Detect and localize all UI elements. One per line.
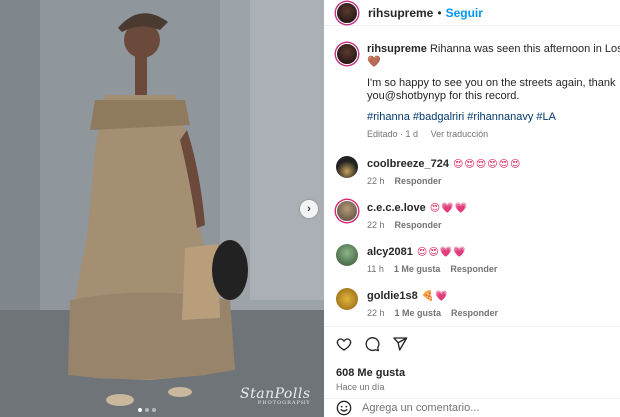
comment-time: 22 h: [367, 176, 385, 186]
post-header: rihsupreme • Seguir: [324, 0, 620, 26]
comment-username[interactable]: coolbreeze_724: [367, 158, 449, 170]
caption-username[interactable]: rihsupreme: [367, 43, 427, 55]
comments-scroll[interactable]: rihsupreme Rihanna was seen this afterno…: [324, 26, 620, 326]
caption-line: you@shotbynyp for this record.: [367, 90, 520, 102]
comment-like-count[interactable]: 1 Me gusta: [395, 308, 442, 318]
comment-text: 🍕💗: [421, 291, 449, 302]
separator: •: [437, 5, 442, 20]
photo-watermark: StanPolls PHOTOGRAPHY: [240, 386, 311, 406]
reply-button[interactable]: Responder: [395, 176, 442, 186]
like-count[interactable]: 608 Me gusta: [336, 367, 608, 379]
comment-item: alcy2081 😍😍💗💗 11 h 1 Me gusta Responder: [336, 244, 620, 274]
edited-label: Editado · 1 d: [367, 129, 419, 139]
comment-time: 11 h: [367, 264, 384, 274]
caption-text: Rihanna was seen this afternoon in Los A…: [429, 43, 620, 55]
reply-button[interactable]: Responder: [451, 308, 498, 318]
post-image: › StanPolls PHOTOGRAPHY: [0, 0, 324, 417]
comment-username[interactable]: goldie1s8: [367, 290, 418, 302]
carousel-indicator: [138, 408, 156, 412]
caption: rihsupreme Rihanna was seen this afterno…: [336, 43, 620, 139]
avatar[interactable]: [336, 156, 358, 178]
caption-avatar[interactable]: [336, 43, 358, 65]
comment-item: c.e.c.e.love 😍💗💗 22 h Responder: [336, 200, 620, 230]
comment-text: 😍💗💗: [429, 203, 469, 214]
post-actions: 608 Me gusta Hace un día: [324, 326, 620, 392]
comment-item: goldie1s8 🍕💗 22 h 1 Me gusta Responder: [336, 288, 620, 318]
see-translation-link[interactable]: Ver traducción: [431, 129, 489, 139]
carousel-dot: [152, 408, 156, 412]
chevron-right-icon: ›: [307, 203, 311, 215]
add-comment-bar: [324, 398, 620, 417]
comment-text: 😍😍💗💗: [416, 247, 467, 258]
paper-plane-icon[interactable]: [392, 336, 408, 352]
hashtags[interactable]: #rihanna #badgalriri #rihannanavy #LA: [367, 111, 620, 123]
comment-item: coolbreeze_724 😍😍😍😍😍😍 22 h Responder: [336, 156, 620, 186]
comment-username[interactable]: alcy2081: [367, 246, 413, 258]
comment-input[interactable]: [362, 402, 592, 414]
comment-text: 😍😍😍😍😍😍: [452, 159, 522, 170]
post-time: Hace un día: [336, 382, 385, 392]
reply-button[interactable]: Responder: [450, 264, 497, 274]
avatar[interactable]: [336, 244, 358, 266]
avatar[interactable]: [336, 288, 358, 310]
carousel-dot: [145, 408, 149, 412]
caption-line: I'm so happy to see you on the streets a…: [367, 77, 616, 89]
caption-emoji: 🤎: [367, 56, 381, 68]
next-image-button[interactable]: ›: [300, 200, 318, 218]
post-details-panel: rihsupreme • Seguir rihsupreme Rihanna w…: [324, 0, 620, 417]
author-username[interactable]: rihsupreme: [368, 6, 433, 20]
heart-icon[interactable]: [336, 336, 352, 352]
reply-button[interactable]: Responder: [395, 220, 442, 230]
comment-username[interactable]: c.e.c.e.love: [367, 202, 426, 214]
follow-button[interactable]: Seguir: [446, 6, 483, 20]
photo-illustration: [0, 0, 324, 417]
carousel-dot: [138, 408, 142, 412]
comment-time: 22 h: [367, 308, 385, 318]
comment-icon[interactable]: [364, 336, 380, 352]
comment-time: 22 h: [367, 220, 385, 230]
comment-like-count[interactable]: 1 Me gusta: [394, 264, 441, 274]
smiley-icon[interactable]: [336, 400, 352, 416]
avatar[interactable]: [336, 200, 358, 222]
avatar[interactable]: [336, 1, 358, 24]
